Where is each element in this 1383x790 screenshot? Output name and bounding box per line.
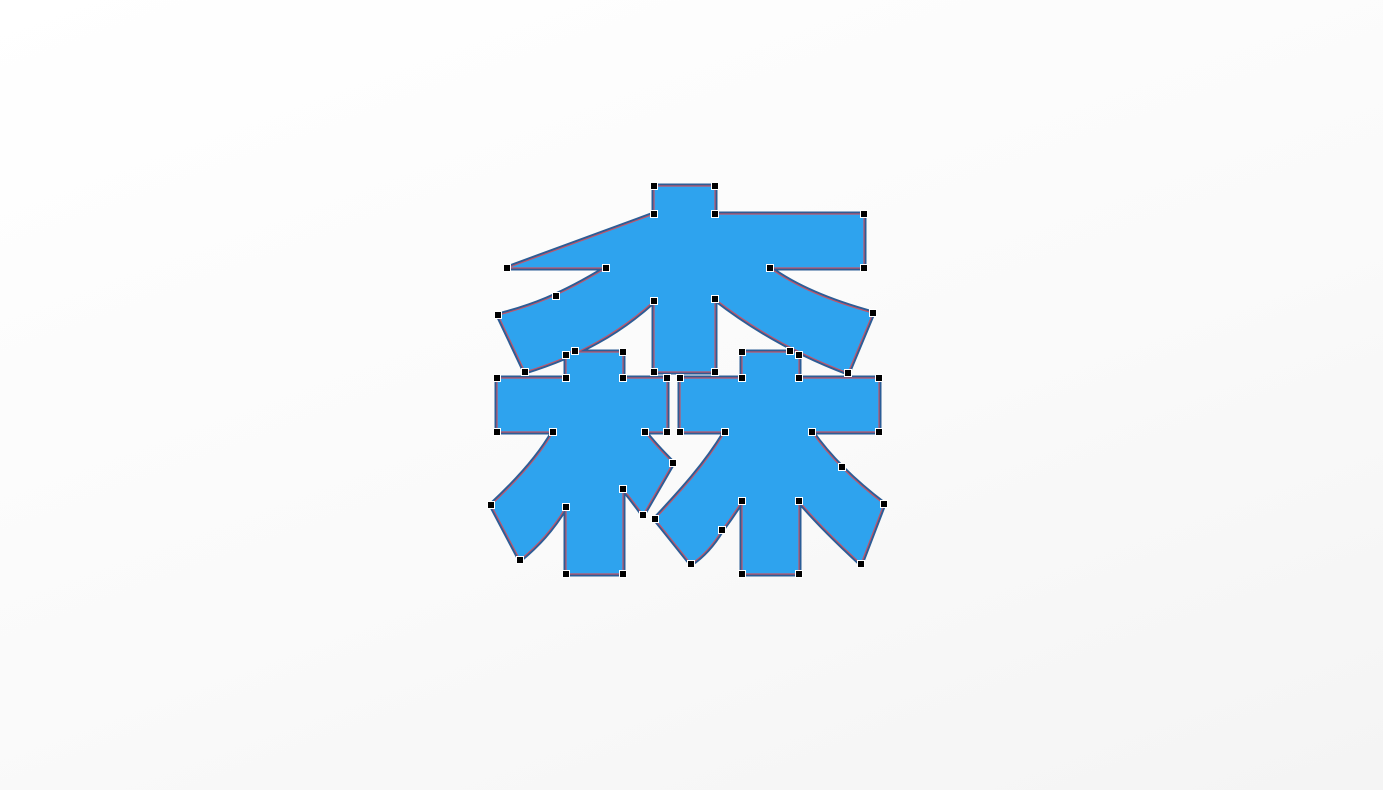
anchor-handle[interactable]: [619, 348, 627, 356]
selected-vector-shape[interactable]: [488, 183, 887, 577]
anchor-handle[interactable]: [844, 369, 852, 377]
anchor-handle[interactable]: [880, 500, 888, 508]
anchor-handle[interactable]: [860, 264, 868, 272]
anchor-handle[interactable]: [493, 428, 501, 436]
anchor-handle[interactable]: [766, 264, 774, 272]
anchor-handle[interactable]: [487, 501, 495, 509]
anchor-handle[interactable]: [516, 556, 524, 564]
anchor-handle[interactable]: [786, 347, 794, 355]
anchor-handle[interactable]: [602, 264, 610, 272]
anchor-handle[interactable]: [650, 368, 658, 376]
anchor-handle[interactable]: [650, 297, 658, 305]
anchor-handle[interactable]: [663, 374, 671, 382]
shape-fill-right: [654, 351, 885, 575]
anchor-handle[interactable]: [521, 368, 529, 376]
anchor-handle[interactable]: [562, 374, 570, 382]
anchor-handle[interactable]: [562, 503, 570, 511]
anchor-handle[interactable]: [795, 374, 803, 382]
anchor-handle[interactable]: [571, 347, 579, 355]
anchor-handle[interactable]: [738, 497, 746, 505]
anchor-handle[interactable]: [549, 428, 557, 436]
anchor-handle[interactable]: [669, 459, 677, 467]
anchor-handle[interactable]: [651, 515, 659, 523]
anchor-handle[interactable]: [795, 351, 803, 359]
anchor-handle[interactable]: [869, 309, 877, 317]
anchor-handle[interactable]: [663, 428, 671, 436]
anchor-handle[interactable]: [711, 182, 719, 190]
anchor-handle[interactable]: [857, 560, 865, 568]
anchor-handle[interactable]: [650, 182, 658, 190]
anchor-handle[interactable]: [641, 428, 649, 436]
anchor-handle[interactable]: [738, 570, 746, 578]
anchor-handle[interactable]: [718, 526, 726, 534]
shape-fill-top: [497, 185, 874, 374]
anchor-handle[interactable]: [795, 497, 803, 505]
anchor-handle[interactable]: [493, 374, 501, 382]
anchor-handle[interactable]: [562, 351, 570, 359]
anchor-handle[interactable]: [721, 428, 729, 436]
anchor-handle[interactable]: [676, 374, 684, 382]
anchor-handle[interactable]: [875, 374, 883, 382]
anchor-handle[interactable]: [738, 348, 746, 356]
anchor-handle[interactable]: [860, 210, 868, 218]
anchor-handle[interactable]: [676, 428, 684, 436]
anchor-handle[interactable]: [562, 570, 570, 578]
anchor-handle[interactable]: [619, 374, 627, 382]
anchor-handle[interactable]: [795, 570, 803, 578]
anchor-handle[interactable]: [738, 374, 746, 382]
vector-shape-canvas[interactable]: [0, 0, 1383, 790]
anchor-handle[interactable]: [619, 485, 627, 493]
anchor-handle[interactable]: [503, 264, 511, 272]
anchor-handle[interactable]: [711, 295, 719, 303]
anchor-handle[interactable]: [639, 511, 647, 519]
anchor-handle[interactable]: [875, 428, 883, 436]
anchor-handle[interactable]: [552, 292, 560, 300]
anchor-handle[interactable]: [711, 368, 719, 376]
shape-fill-left: [490, 351, 674, 575]
anchor-handle[interactable]: [687, 560, 695, 568]
anchor-handle[interactable]: [808, 428, 816, 436]
anchor-handle[interactable]: [838, 463, 846, 471]
design-canvas[interactable]: [0, 0, 1383, 790]
anchor-handle[interactable]: [619, 570, 627, 578]
anchor-handle[interactable]: [711, 210, 719, 218]
anchor-handle[interactable]: [650, 210, 658, 218]
anchor-handle[interactable]: [494, 311, 502, 319]
